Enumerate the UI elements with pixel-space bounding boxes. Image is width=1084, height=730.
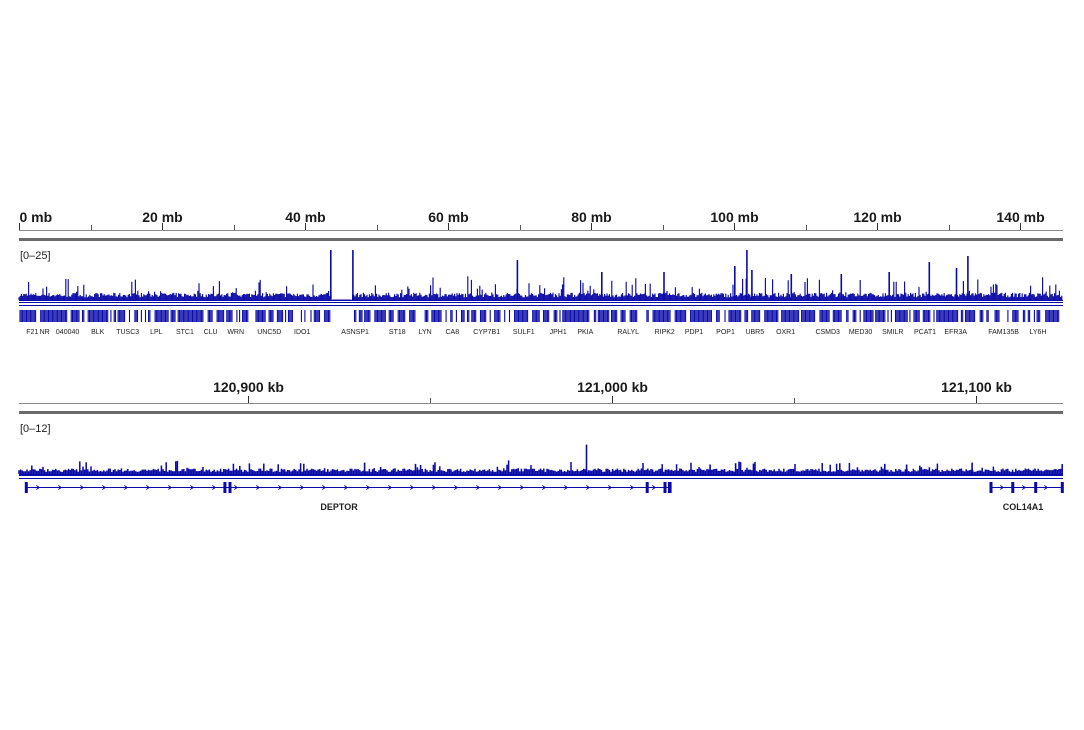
gene-label: ST18 <box>389 329 406 336</box>
gene-label: F21 <box>26 329 38 336</box>
locus-signal-track[interactable] <box>18 444 1084 475</box>
gene-label: PDP1 <box>685 329 703 336</box>
signal-data-range: [0–12] <box>20 423 51 435</box>
ruler-tick-label: 120,900 kb <box>213 379 284 395</box>
gene-label: SULF1 <box>513 329 535 336</box>
gene-label: NR <box>40 329 50 336</box>
chromosome-gene-track[interactable]: F21 NR 040040 BLK TUSC3 LPL STC1 CLU WRN UNC5D IDO… <box>19 310 1060 336</box>
gene-label: ASNSP1 <box>341 329 369 336</box>
gene-label: SMILR <box>882 329 903 336</box>
genome-browser-view: 0 mb 20 mb 40 mb 60 mb 80 mb 100 mb 120 mb 140 … <box>18 209 1084 512</box>
gene-label: RALYL <box>617 329 639 336</box>
gene-density-bars <box>19 310 1060 322</box>
gene-label: IDO1 <box>294 329 310 336</box>
gene-label: 040040 <box>56 329 79 336</box>
ruler-tick-label: 100 mb <box>710 209 758 225</box>
locus-ruler[interactable]: 120,900 kb 121,000 kb 121,100 kb <box>19 379 1063 404</box>
gene-label: CLU <box>204 329 218 336</box>
gene-label: PCAT1 <box>914 329 936 336</box>
gene-label: FAM135B <box>988 329 1019 336</box>
gene-label: PKIA <box>577 329 593 336</box>
chromosome-panel: 0 mb 20 mb 40 mb 60 mb 80 mb 100 mb 120 mb 140 … <box>18 209 1063 336</box>
locus-panel: 120,900 kb 121,000 kb 121,100 kb [0–12] DE… <box>18 379 1084 512</box>
gene-label: CYP7B1 <box>473 329 500 336</box>
gene-label: LYN <box>419 329 432 336</box>
gene-exon <box>1034 482 1038 493</box>
gene-label: OXR1 <box>776 329 795 336</box>
ruler-tick-label: 40 mb <box>285 209 325 225</box>
signal-data-range: [0–25] <box>20 250 51 262</box>
ruler-tick-label: 121,000 kb <box>577 379 648 395</box>
gene-exon <box>989 482 993 493</box>
locus-gene-track[interactable]: DEPTOR COL14A1 <box>24 482 1064 512</box>
ruler-tick-label: 121,100 kb <box>941 379 1012 395</box>
gene-exon <box>663 482 667 493</box>
gene-name-label: DEPTOR <box>320 502 358 512</box>
gene-label: TUSC3 <box>116 329 139 336</box>
ruler-tick-label: 140 mb <box>996 209 1044 225</box>
ruler-tick-label: 0 mb <box>20 209 53 225</box>
gene-label: CSMD3 <box>815 329 840 336</box>
gene-exon <box>24 482 28 493</box>
gene-label: JPH1 <box>550 329 567 336</box>
gene-label: BLK <box>91 329 105 336</box>
signal-coverage <box>18 276 1063 300</box>
gene-label: UBR5 <box>745 329 764 336</box>
gene-label: STC1 <box>176 329 194 336</box>
gene-label: LY6H <box>1030 329 1047 336</box>
track-separator-lines <box>19 475 1063 479</box>
gene-label: WRN <box>227 329 244 336</box>
gene-label: EFR3A <box>944 329 967 336</box>
chromosome-signal-track[interactable] <box>18 250 1063 301</box>
gene-exon <box>223 482 227 493</box>
track-separator-lines <box>19 302 1063 306</box>
chromosome-ruler[interactable]: 0 mb 20 mb 40 mb 60 mb 80 mb 100 mb 120 mb 140 … <box>19 209 1063 231</box>
gene-label: CA8 <box>445 329 459 336</box>
ruler-tick-label: 20 mb <box>142 209 182 225</box>
gene-exon <box>1060 482 1064 493</box>
gene-exon <box>1011 482 1015 493</box>
gene-label: UNC5D <box>257 329 281 336</box>
ruler-tick-label: 60 mb <box>428 209 468 225</box>
gene-exon <box>228 482 232 493</box>
gene-exon <box>668 482 672 493</box>
gene-name-label: COL14A1 <box>1003 502 1044 512</box>
gene-label: RIPK2 <box>655 329 675 336</box>
gene-exon <box>645 482 649 493</box>
gene-label: LPL <box>150 329 163 336</box>
ruler-tick-label: 120 mb <box>853 209 901 225</box>
ruler-tick-label: 80 mb <box>571 209 611 225</box>
gene-label: POP1 <box>716 329 735 336</box>
gene-label: MED30 <box>849 329 872 336</box>
signal-coverage <box>18 460 1063 474</box>
